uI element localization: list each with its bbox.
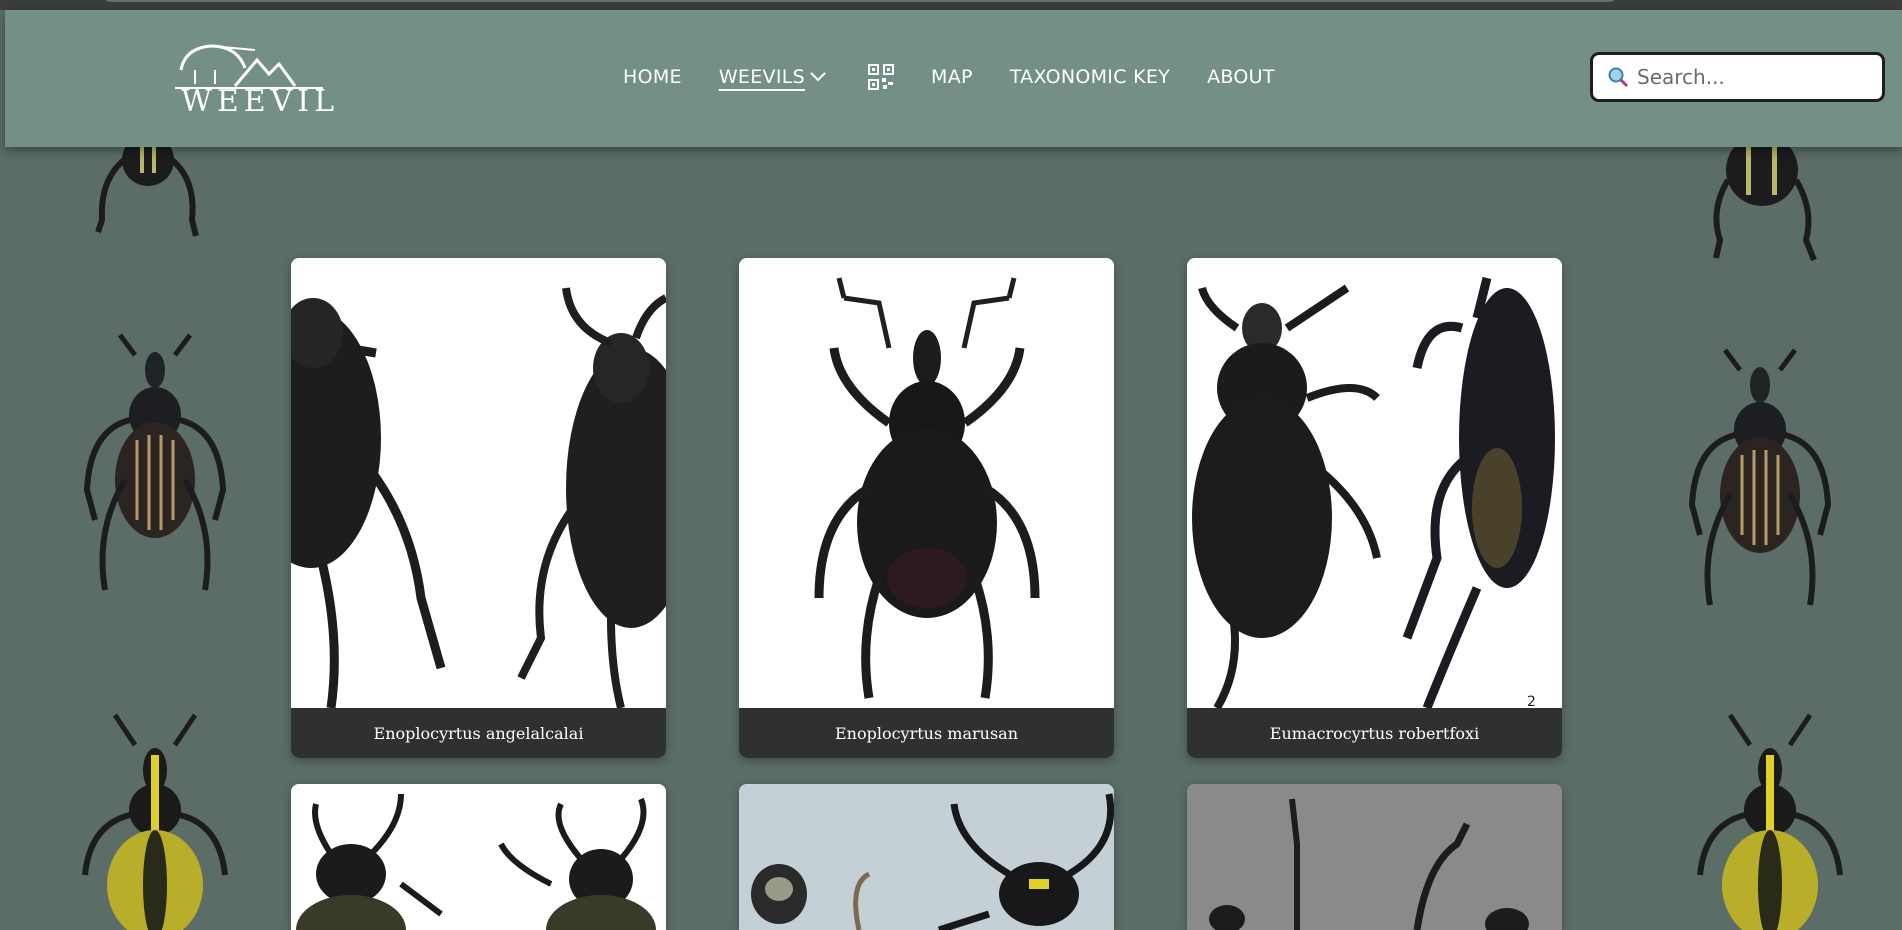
nav-weevils[interactable]: WEEVILS (719, 66, 827, 88)
chevron-down-icon (810, 72, 826, 82)
species-card-enoplocyrtus-angelalcalai[interactable]: Enoplocyrtus angelalcalai (291, 258, 666, 758)
weevil-decoration-right-bottom (1697, 713, 1843, 930)
search-input[interactable] (1637, 65, 1867, 89)
nav-weevils-label: WEEVILS (718, 66, 805, 88)
weevil-decoration-right-middle (1688, 348, 1832, 606)
weevil-decoration-left-bottom (82, 713, 228, 930)
weevil-decoration-left-top (95, 140, 199, 237)
site-logo[interactable]: WEEVIL (175, 40, 334, 120)
site-header: WEEVIL HOME WEEVILS MAP TAXONOMIC KEY AB… (5, 10, 1902, 147)
nav-map-label: MAP (931, 66, 973, 88)
nav-home-label: HOME (623, 66, 682, 88)
species-card-row2-1[interactable] (291, 784, 666, 930)
browser-top-strip (0, 0, 1902, 10)
qr-code-icon (868, 64, 894, 90)
browser-tab-edge (100, 0, 1620, 2)
nav-about-label: ABOUT (1207, 66, 1275, 88)
logo-text: WEEVIL (181, 84, 340, 119)
specimen-label-mark: 2 (1527, 694, 1536, 708)
species-photo (739, 258, 1114, 708)
nav-taxonomic-key-label: TAXONOMIC KEY (1009, 66, 1171, 88)
species-photo (739, 784, 1114, 930)
search-icon (1608, 67, 1629, 88)
nav-about[interactable]: ABOUT (1207, 66, 1275, 88)
species-photo: 2 (1187, 258, 1562, 708)
species-name: Enoplocyrtus marusan (739, 708, 1114, 758)
main-nav: HOME WEEVILS MAP TAXONOMIC KEY ABOUT (623, 62, 1312, 92)
weevil-decoration-right-top (1713, 140, 1817, 262)
species-name: Enoplocyrtus angelalcalai (291, 708, 666, 758)
species-photo (291, 258, 666, 708)
weevil-decoration-left-middle (83, 333, 227, 591)
species-card-enoplocyrtus-marusan[interactable]: Enoplocyrtus marusan (739, 258, 1114, 758)
species-photo (1187, 784, 1562, 930)
species-photo (291, 784, 666, 930)
species-name: Eumacrocyrtus robertfoxi (1187, 708, 1562, 758)
search-box[interactable] (1590, 52, 1885, 102)
weevil-mountain-logo-icon (175, 44, 323, 89)
nav-taxonomic-key[interactable]: TAXONOMIC KEY (1010, 66, 1170, 88)
species-card-row2-2[interactable] (739, 784, 1114, 930)
nav-map[interactable]: MAP (931, 66, 973, 88)
species-card-row2-3[interactable] (1187, 784, 1562, 930)
species-card-eumacrocyrtus-robertfoxi[interactable]: 2 Eumacrocyrtus robertfoxi (1187, 258, 1562, 758)
nav-home[interactable]: HOME (623, 66, 682, 88)
nav-qr-code[interactable] (864, 64, 894, 90)
